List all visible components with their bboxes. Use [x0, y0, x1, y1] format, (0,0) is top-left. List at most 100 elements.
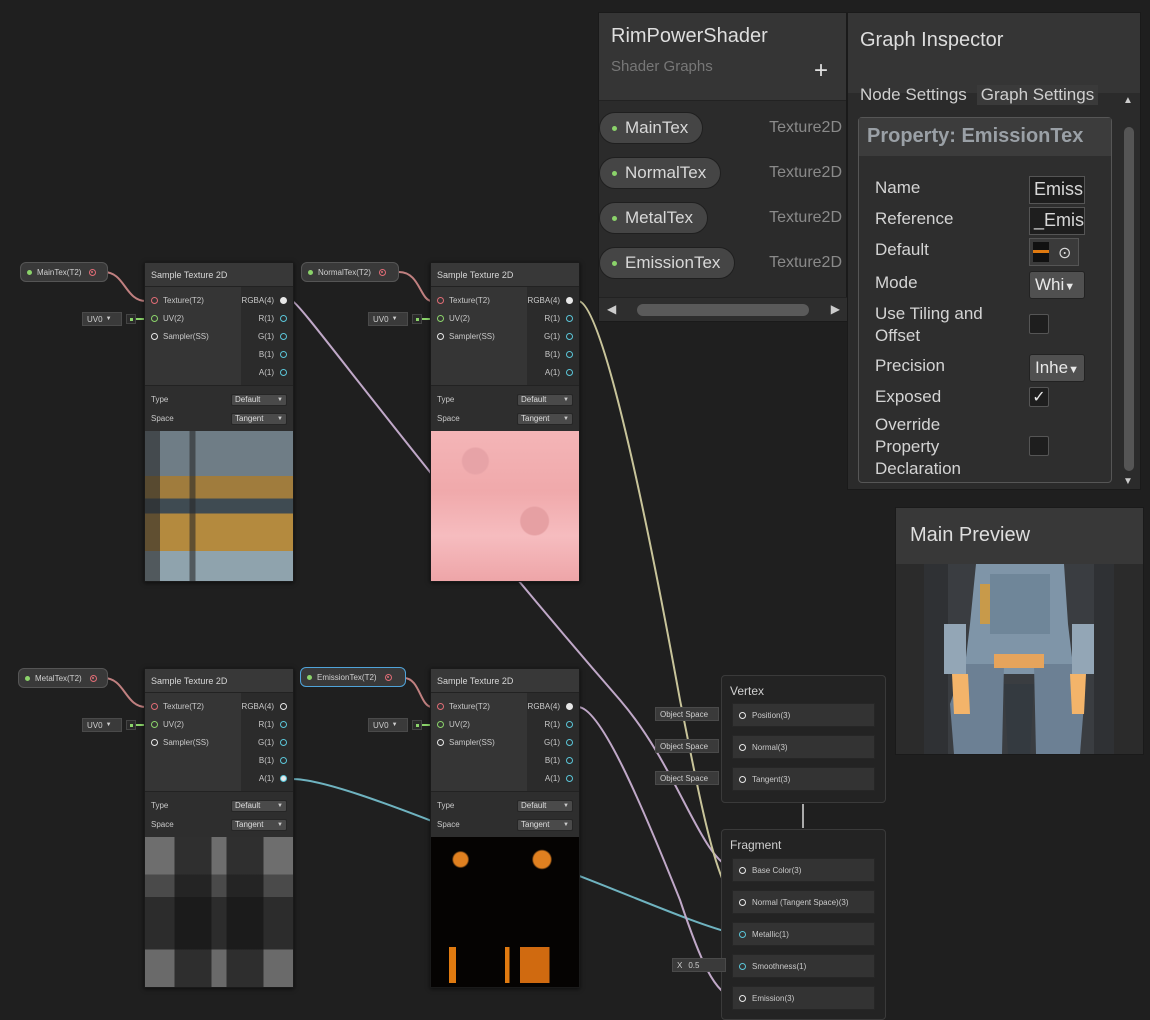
- port-icon[interactable]: [566, 702, 573, 710]
- port-icon[interactable]: [280, 774, 287, 782]
- scroll-right-icon[interactable]: ▶: [831, 302, 840, 316]
- type-dropdown[interactable]: Default ▼: [517, 799, 573, 812]
- port-icon[interactable]: [437, 738, 444, 746]
- uv-output-port[interactable]: [126, 720, 136, 730]
- port-icon[interactable]: [280, 296, 287, 304]
- prop-node-normaltex[interactable]: NormalTex(T2): [301, 262, 399, 282]
- port-icon[interactable]: [280, 738, 287, 746]
- preview-viewport[interactable]: [924, 564, 1114, 754]
- output-port-icon[interactable]: [89, 674, 97, 682]
- port-icon[interactable]: [437, 702, 444, 710]
- prop-node-emissiontex[interactable]: EmissionTex(T2): [300, 667, 406, 687]
- port-icon[interactable]: [437, 720, 444, 728]
- port-icon[interactable]: [566, 368, 573, 376]
- smoothness-value[interactable]: 0.5: [688, 961, 699, 970]
- block-position[interactable]: Position(3): [732, 703, 875, 727]
- port-icon[interactable]: [280, 350, 287, 358]
- port-icon[interactable]: [280, 314, 287, 322]
- sample-texture-node-metaltex[interactable]: Sample Texture 2D Texture(T2) UV(2) Samp…: [144, 668, 294, 988]
- graph-inspector-panel[interactable]: Graph Inspector Node Settings Graph Sett…: [847, 12, 1141, 490]
- default-texture-field[interactable]: ⊙: [1029, 238, 1079, 266]
- output-port-icon[interactable]: [378, 268, 386, 276]
- mode-dropdown[interactable]: Whi▼: [1029, 271, 1085, 299]
- port-icon[interactable]: [437, 314, 444, 322]
- scroll-up-icon[interactable]: ▲: [1123, 95, 1133, 106]
- port-icon[interactable]: [151, 702, 158, 710]
- port-icon[interactable]: [566, 774, 573, 782]
- tiling-checkbox[interactable]: [1029, 314, 1049, 334]
- horizontal-scrollbar[interactable]: ◀ ▶: [599, 297, 848, 321]
- override-checkbox[interactable]: [1029, 436, 1049, 456]
- port-icon[interactable]: [566, 720, 573, 728]
- uv-node[interactable]: UV0 ▼: [82, 718, 122, 732]
- port-icon[interactable]: [739, 994, 746, 1002]
- port-icon[interactable]: [739, 898, 746, 906]
- blackboard-row[interactable]: EmissionTex Texture2D: [599, 246, 848, 280]
- port-icon[interactable]: [566, 756, 573, 764]
- object-picker-icon[interactable]: ⊙: [1058, 245, 1071, 262]
- vertical-scrollbar[interactable]: ▲ ▼: [1122, 93, 1136, 489]
- name-field[interactable]: Emiss: [1029, 176, 1085, 204]
- sample-texture-node-maintex[interactable]: Sample Texture 2D Texture(T2) UV(2) Samp…: [144, 262, 294, 582]
- tab-graph-settings[interactable]: Graph Settings: [976, 85, 1099, 105]
- property-pill-metaltex[interactable]: MetalTex: [599, 202, 709, 234]
- port-icon[interactable]: [566, 314, 573, 322]
- fragment-context[interactable]: Fragment Base Color(3) Normal (Tangent S…: [721, 829, 886, 1020]
- output-port-icon[interactable]: [89, 268, 97, 276]
- block-tangent[interactable]: Tangent(3): [732, 767, 875, 791]
- block-emission[interactable]: Emission(3): [732, 986, 875, 1010]
- port-icon[interactable]: [739, 775, 746, 783]
- port-icon[interactable]: [437, 296, 444, 304]
- block-smoothness[interactable]: Smoothness(1): [732, 954, 875, 978]
- port-icon[interactable]: [739, 866, 746, 874]
- object-space-node[interactable]: Object Space: [655, 771, 719, 785]
- blackboard-panel[interactable]: RimPowerShader Shader Graphs + MainTex T…: [598, 12, 848, 322]
- blackboard-row[interactable]: NormalTex Texture2D: [599, 156, 848, 190]
- block-normal-tangent[interactable]: Normal (Tangent Space)(3): [732, 890, 875, 914]
- scroll-down-icon[interactable]: ▼: [1123, 476, 1133, 487]
- property-pill-normaltex[interactable]: NormalTex: [599, 157, 722, 189]
- port-icon[interactable]: [739, 743, 746, 751]
- property-pill-emissiontex[interactable]: EmissionTex: [599, 247, 736, 279]
- main-preview-panel[interactable]: Main Preview: [895, 507, 1144, 755]
- port-icon[interactable]: [151, 332, 158, 340]
- scroll-left-icon[interactable]: ◀: [607, 302, 616, 316]
- uv-output-port[interactable]: [412, 314, 422, 324]
- scrollbar-thumb[interactable]: [1124, 127, 1134, 471]
- block-base-color[interactable]: Base Color(3): [732, 858, 875, 882]
- uv-output-port[interactable]: [412, 720, 422, 730]
- exposed-checkbox[interactable]: ✓: [1029, 387, 1049, 407]
- uv-output-port[interactable]: [126, 314, 136, 324]
- property-pill-maintex[interactable]: MainTex: [599, 112, 704, 144]
- port-icon[interactable]: [739, 711, 746, 719]
- port-icon[interactable]: [437, 332, 444, 340]
- port-icon[interactable]: [280, 720, 287, 728]
- port-icon[interactable]: [566, 296, 573, 304]
- tab-node-settings[interactable]: Node Settings: [860, 85, 967, 105]
- block-metallic[interactable]: Metallic(1): [732, 922, 875, 946]
- add-property-button[interactable]: +: [814, 57, 828, 85]
- port-icon[interactable]: [151, 720, 158, 728]
- port-icon[interactable]: [151, 314, 158, 322]
- blackboard-row[interactable]: MetalTex Texture2D: [599, 201, 848, 235]
- sample-texture-node-normaltex[interactable]: Sample Texture 2D Texture(T2) UV(2) Samp…: [430, 262, 580, 582]
- port-icon[interactable]: [280, 702, 287, 710]
- prop-node-maintex[interactable]: MainTex(T2): [20, 262, 108, 282]
- type-dropdown[interactable]: Default ▼: [231, 393, 287, 406]
- port-icon[interactable]: [280, 332, 287, 340]
- smoothness-input[interactable]: X 0.5: [672, 958, 726, 972]
- block-normal[interactable]: Normal(3): [732, 735, 875, 759]
- vertex-context[interactable]: Vertex Position(3) Normal(3) Tangent(3): [721, 675, 886, 803]
- port-icon[interactable]: [566, 332, 573, 340]
- port-icon[interactable]: [280, 368, 287, 376]
- space-dropdown[interactable]: Tangent ▼: [517, 818, 573, 831]
- port-icon[interactable]: [566, 350, 573, 358]
- uv-node[interactable]: UV0 ▼: [368, 312, 408, 326]
- uv-node[interactable]: UV0 ▼: [368, 718, 408, 732]
- prop-node-metaltex[interactable]: MetalTex(T2): [18, 668, 108, 688]
- blackboard-row[interactable]: MainTex Texture2D: [599, 111, 848, 145]
- port-icon[interactable]: [151, 738, 158, 746]
- port-icon[interactable]: [280, 756, 287, 764]
- sample-texture-node-emissiontex[interactable]: Sample Texture 2D Texture(T2) UV(2) Samp…: [430, 668, 580, 988]
- type-dropdown[interactable]: Default ▼: [517, 393, 573, 406]
